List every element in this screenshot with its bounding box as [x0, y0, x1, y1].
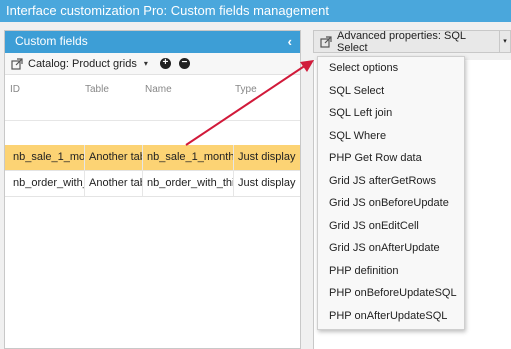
menu-item-sql-left-join[interactable]: SQL Left join	[318, 102, 464, 125]
table-row[interactable]: nb_sale_1_month Another table nb_sale_1_…	[5, 145, 300, 171]
menu-item-php-onbeforeupdatesql[interactable]: PHP onBeforeUpdateSQL	[318, 282, 464, 305]
panel-title: Custom fields	[15, 34, 88, 48]
chevron-down-icon[interactable]: ▾	[144, 59, 148, 68]
window-title: Interface customization Pro: Custom fiel…	[0, 0, 511, 22]
column-header-id[interactable]: ID	[10, 84, 20, 95]
grid-header: ID Table Name Type	[5, 75, 300, 121]
advanced-properties-label: Advanced properties: SQL Select	[336, 29, 466, 54]
custom-fields-grid: ID Table Name Type nb_sale_1_month Anoth…	[5, 75, 300, 197]
cell-id[interactable]: nb_sale_1_month	[9, 145, 85, 170]
advanced-properties-menu: Select options SQL Select SQL Left join …	[317, 56, 465, 330]
cell-name[interactable]: nb_order_with_this	[143, 171, 234, 196]
external-link-icon	[11, 57, 23, 70]
table-row[interactable]: nb_order_with_this Another table nb_orde…	[5, 171, 300, 197]
cell-type[interactable]: Just display	[234, 171, 300, 196]
menu-item-grid-js-oneditcell[interactable]: Grid JS onEditCell	[318, 215, 464, 238]
menu-item-grid-js-aftergetrows[interactable]: Grid JS afterGetRows	[318, 170, 464, 193]
advanced-properties-button[interactable]: Advanced properties: SQL Select	[313, 29, 500, 54]
menu-item-php-definition[interactable]: PHP definition	[318, 260, 464, 283]
menu-item-select-options[interactable]: Select options	[318, 57, 464, 80]
external-link-icon	[320, 35, 332, 48]
remove-field-button[interactable]: −	[178, 58, 190, 69]
cell-type[interactable]: Just display	[234, 145, 300, 170]
menu-item-sql-select[interactable]: SQL Select	[318, 80, 464, 103]
menu-item-grid-js-onbeforeupdate[interactable]: Grid JS onBeforeUpdate	[318, 192, 464, 215]
grid-filter-row	[5, 121, 300, 145]
cell-table[interactable]: Another table	[85, 171, 143, 196]
cell-table[interactable]: Another table	[85, 145, 143, 170]
add-field-button[interactable]: +	[159, 58, 171, 69]
menu-item-grid-js-onafterupdate[interactable]: Grid JS onAfterUpdate	[318, 237, 464, 260]
column-header-type[interactable]: Type	[235, 84, 257, 95]
cell-id[interactable]: nb_order_with_this	[9, 171, 85, 196]
column-header-name[interactable]: Name	[145, 84, 172, 95]
menu-item-php-onafterupdatesql[interactable]: PHP onAfterUpdateSQL	[318, 305, 464, 328]
custom-fields-header: Custom fields ‹	[5, 31, 300, 53]
chevron-down-icon[interactable]: ▾	[500, 30, 511, 53]
menu-item-sql-where[interactable]: SQL Where	[318, 125, 464, 148]
cell-name[interactable]: nb_sale_1_month	[143, 145, 234, 170]
menu-item-php-get-row-data[interactable]: PHP Get Row data	[318, 147, 464, 170]
collapse-panel-icon[interactable]: ‹	[288, 31, 292, 52]
column-header-table[interactable]: Table	[85, 84, 109, 95]
catalog-select[interactable]: Catalog: Product grids	[28, 58, 137, 70]
grid-toolbar: Catalog: Product grids ▾ + −	[5, 53, 300, 75]
custom-fields-panel: Custom fields ‹ Catalog: Product grids ▾…	[4, 30, 301, 349]
